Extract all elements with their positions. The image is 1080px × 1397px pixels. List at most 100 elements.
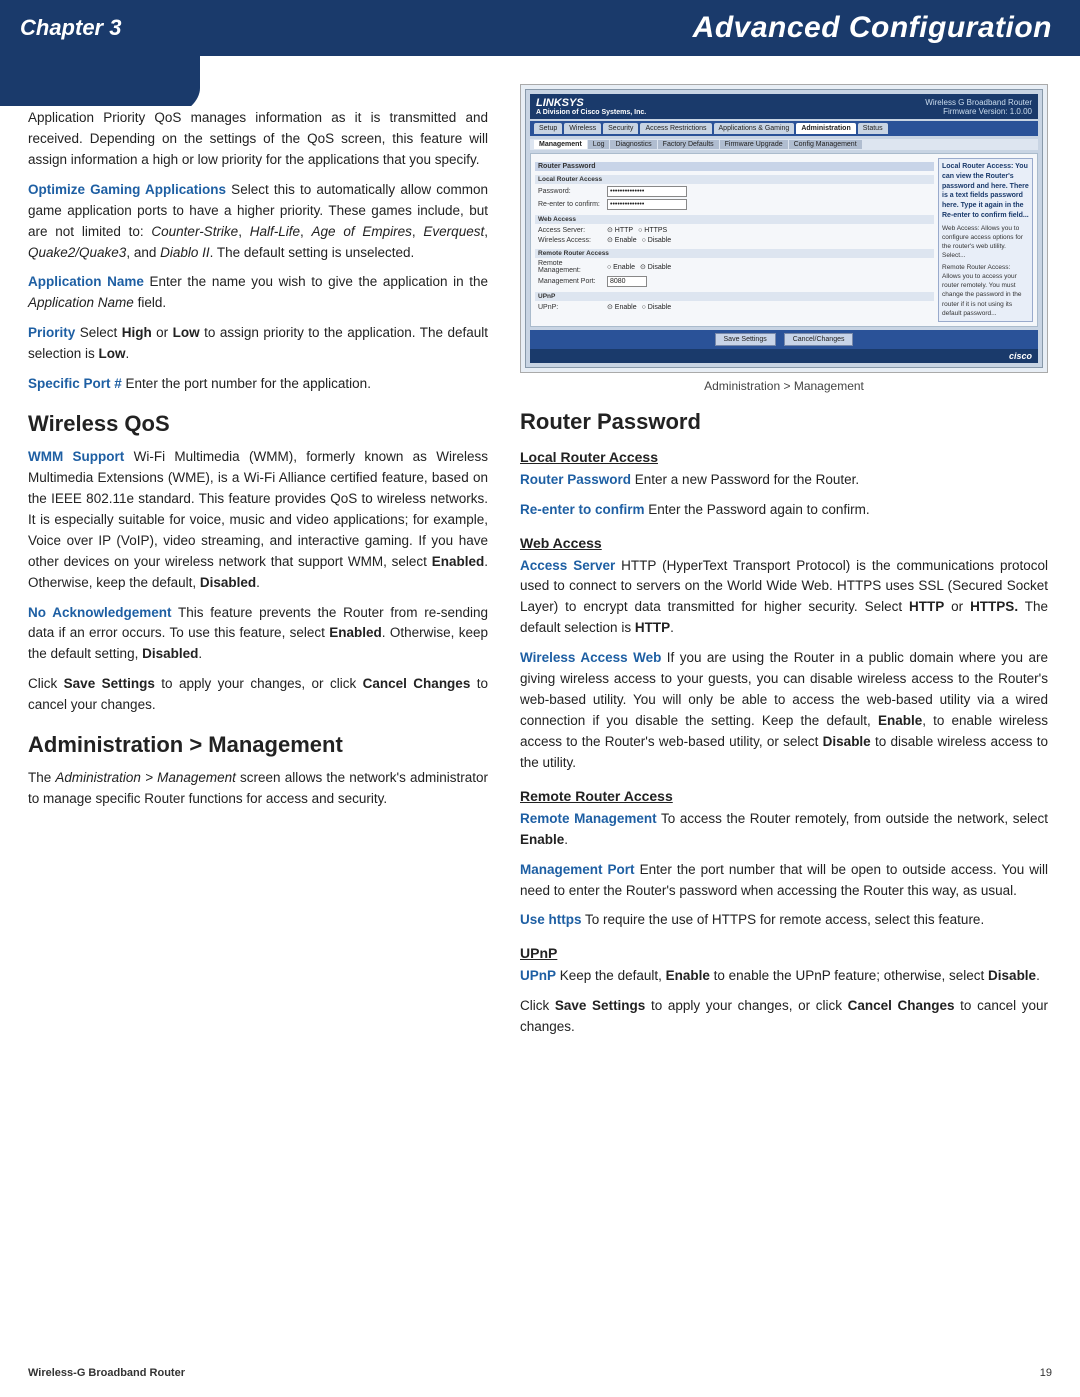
ss-disable-radio: ○ Disable — [642, 237, 672, 244]
wireless-qos-heading: Wireless QoS — [28, 411, 488, 437]
ss-wireless-label: Wireless Access: — [538, 237, 603, 244]
ss-reenter-label: Re-enter to confirm: — [538, 201, 603, 208]
ss-tab-diagnostics: Diagnostics — [610, 140, 656, 149]
wireless-access-web-term: Wireless Access Web — [520, 650, 661, 665]
priority-para: Priority Select High or Low to assign pr… — [28, 323, 488, 365]
left-column: Application Priority Application Priorit… — [28, 84, 488, 1047]
router-password-para: Router Password Enter a new Password for… — [520, 470, 1048, 491]
ss-side-remote: Remote Router Access: Allows you to acce… — [942, 263, 1029, 318]
ss-reenter-row: Re-enter to confirm: •••••••••••••• — [535, 198, 934, 211]
app-priority-body: Application Priority QoS manages informa… — [28, 108, 488, 171]
ss-reenter-input: •••••••••••••• — [607, 199, 687, 210]
ss-logo-area: LINKSYS A Division of Cisco Systems, Inc… — [536, 97, 646, 116]
admin-mgmt-body: The Administration > Management screen a… — [28, 768, 488, 810]
ss-tabs: Management Log Diagnostics Factory Defau… — [530, 139, 1038, 150]
linksys-sub: A Division of Cisco Systems, Inc. — [536, 109, 646, 116]
ss-password-row: Password: •••••••••••••• — [535, 185, 934, 198]
page-title: Advanced Configuration — [693, 11, 1052, 45]
ss-main-panel: Router Password Local Router Access Pass… — [535, 158, 934, 322]
ss-product-name: Wireless G Broadband Router — [925, 98, 1032, 107]
ss-upnp-row: UPnP: ⊙ Enable ○ Disable — [535, 302, 934, 312]
ss-save-button[interactable]: Save Settings — [715, 333, 776, 346]
reenter-para: Re-enter to confirm Enter the Password a… — [520, 500, 1048, 521]
router-password-heading: Router Password — [520, 409, 1048, 435]
ss-tab-factory: Factory Defaults — [658, 140, 719, 149]
reenter-term: Re-enter to confirm — [520, 502, 645, 517]
optimize-para: Optimize Gaming Applications Select this… — [28, 180, 488, 264]
main-content: Application Priority Application Priorit… — [0, 56, 1080, 1075]
ss-mgmt-port-row: Management Port: 8080 — [535, 275, 934, 288]
ss-nav: Setup Wireless Security Access Restricti… — [530, 121, 1038, 136]
ss-body: Router Password Local Router Access Pass… — [530, 153, 1038, 327]
ss-wireless-access-row: Wireless Access: ⊙ Enable ○ Disable — [535, 235, 934, 245]
right-save-cancel: Click Save Settings to apply your change… — [520, 996, 1048, 1038]
ss-tab-log: Log — [588, 140, 610, 149]
ss-side-panel: Local Router Access: You can view the Ro… — [938, 158, 1033, 322]
ss-upnp-label-row: UPnP — [535, 292, 934, 301]
access-server-term: Access Server — [520, 558, 615, 573]
ss-pw-label: Password: — [538, 188, 603, 195]
web-access-heading: Web Access — [520, 535, 1048, 551]
specific-port-term: Specific Port # — [28, 376, 122, 391]
footer: Wireless-G Broadband Router 19 — [28, 1367, 1052, 1379]
ss-cisco-logo: cisco — [1009, 351, 1032, 361]
footer-product: Wireless-G Broadband Router — [28, 1367, 185, 1379]
ss-nav-status: Status — [858, 123, 888, 134]
ss-wireless-radio: ⊙ Enable ○ Disable — [607, 236, 671, 244]
ss-https-radio: ○ HTTPS — [638, 227, 667, 234]
ss-pw-input: •••••••••••••• — [607, 186, 687, 197]
header-arc-decoration — [0, 56, 200, 106]
ss-upnp-radio: ⊙ Enable ○ Disable — [607, 303, 671, 311]
ss-access-server-radio: ⊙ HTTP ○ HTTPS — [607, 226, 667, 234]
ss-cisco-bar: cisco — [530, 349, 1038, 363]
use-https-term: Use https — [520, 912, 582, 927]
upnp-term: UPnP — [520, 968, 556, 983]
header-bar: Chapter 3 Advanced Configuration — [0, 0, 1080, 56]
remote-mgmt-term: Remote Management — [520, 811, 657, 826]
footer-page-number: 19 — [1040, 1367, 1052, 1379]
ss-mgmt-port-label: Management Port: — [538, 278, 603, 285]
ss-router-pw-label: Router Password — [535, 162, 934, 171]
screenshot-inner: LINKSYS A Division of Cisco Systems, Inc… — [525, 89, 1043, 368]
ss-tab-management: Management — [534, 140, 587, 149]
ss-tab-firmware: Firmware Upgrade — [720, 140, 788, 149]
no-ack-para: No Acknowledgement This feature prevents… — [28, 603, 488, 666]
upnp-para: UPnP Keep the default, Enable to enable … — [520, 966, 1048, 987]
priority-term: Priority — [28, 325, 75, 340]
ss-enable-radio: ⊙ Enable — [607, 236, 637, 244]
wmm-para: WMM Support Wi-Fi Multimedia (WMM), form… — [28, 447, 488, 593]
right-column: LINKSYS A Division of Cisco Systems, Inc… — [520, 84, 1048, 1047]
ss-access-server-row: Access Server: ⊙ HTTP ○ HTTPS — [535, 225, 934, 235]
ss-nav-wireless: Wireless — [564, 123, 601, 134]
mgmt-port-term: Management Port — [520, 862, 635, 877]
ss-upnp-enable: ⊙ Enable — [607, 303, 637, 311]
router-screenshot: LINKSYS A Division of Cisco Systems, Inc… — [520, 84, 1048, 373]
ss-remote-mgmt-row: Remote Management: ○ Enable ⊙ Disable — [535, 259, 934, 275]
mgmt-port-para: Management Port Enter the port number th… — [520, 860, 1048, 902]
ss-upnp-disable: ○ Disable — [642, 304, 672, 311]
ss-header: LINKSYS A Division of Cisco Systems, Inc… — [530, 94, 1038, 119]
remote-router-heading: Remote Router Access — [520, 788, 1048, 804]
no-ack-term: No Acknowledgement — [28, 605, 172, 620]
ss-remote-router-label: Remote Router Access — [535, 249, 934, 258]
access-server-para: Access Server HTTP (HyperText Transport … — [520, 556, 1048, 640]
left-save-cancel: Click Save Settings to apply your change… — [28, 674, 488, 716]
wireless-access-web-para: Wireless Access Web If you are using the… — [520, 648, 1048, 774]
ss-upnp-field-label: UPnP: — [538, 304, 603, 311]
ss-remote-mgmt-label: Remote Management: — [538, 260, 603, 274]
remote-mgmt-para: Remote Management To access the Router r… — [520, 809, 1048, 851]
ss-cancel-button[interactable]: Cancel/Changes — [784, 333, 854, 346]
upnp-heading: UPnP — [520, 945, 1048, 961]
ss-footer: Save Settings Cancel/Changes — [530, 330, 1038, 349]
local-router-heading: Local Router Access — [520, 449, 1048, 465]
specific-port-para: Specific Port # Enter the port number fo… — [28, 374, 488, 395]
ss-remote-disable: ⊙ Disable — [640, 263, 671, 271]
ss-nav-admin: Administration — [796, 123, 855, 134]
ss-http-radio: ⊙ HTTP — [607, 226, 633, 234]
wmm-term: WMM Support — [28, 449, 124, 464]
ss-side-title: Local Router Access: You can view the Ro… — [942, 162, 1029, 221]
ss-firmware: Firmware Version: 1.0.00 — [925, 107, 1032, 116]
ss-tab-config: Config Management — [789, 140, 862, 149]
linksys-logo: LINKSYS A Division of Cisco Systems, Inc… — [536, 97, 646, 116]
ss-nav-apps: Applications & Gaming — [714, 123, 795, 134]
